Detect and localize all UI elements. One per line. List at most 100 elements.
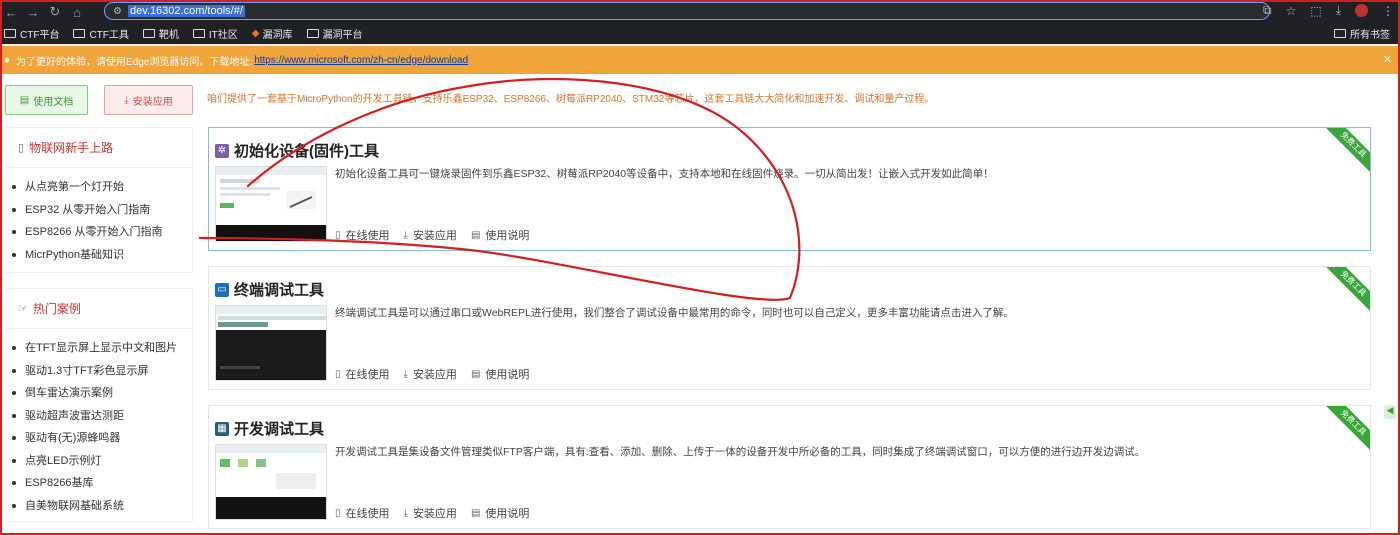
list-item[interactable]: 点亮LED示例灯	[12, 450, 192, 473]
online-use-link[interactable]: ▯ 在线使用	[335, 227, 390, 243]
avatar[interactable]	[1355, 4, 1368, 17]
docs-button[interactable]: ▤ 使用文档	[5, 85, 88, 115]
bookmark-vuln-db[interactable]: ◆ 漏洞库	[252, 26, 293, 41]
panel-title: ☞ 热门案例	[6, 289, 192, 329]
install-app-link[interactable]: ⤓ 安装应用	[404, 366, 457, 382]
manual-icon: ▤	[470, 368, 481, 380]
folder-icon	[306, 28, 319, 38]
forward-arrow-icon[interactable]: →	[22, 5, 44, 20]
download-icon: ⤓	[124, 94, 129, 106]
bookmark-vuln-platform[interactable]: 漏洞平台	[306, 26, 363, 41]
folder-icon	[4, 28, 16, 38]
fire-icon: ◆	[251, 27, 260, 39]
mouse-icon: ▯	[335, 368, 341, 380]
home-icon[interactable]: ⌂	[66, 5, 88, 20]
all-bookmarks[interactable]: 所有书签	[1334, 26, 1390, 41]
list-item[interactable]: ESP8266基库	[12, 472, 192, 495]
online-use-link[interactable]: ▯ 在线使用	[335, 505, 390, 521]
list-item[interactable]: ESP32 从零开始入门指南	[12, 199, 192, 222]
card-title: ▭ 终端调试工具	[215, 279, 324, 300]
manual-link[interactable]: ▤ 使用说明	[471, 366, 529, 382]
translate-icon[interactable]: ⧉	[1263, 3, 1272, 18]
terminal-icon: ▭	[215, 282, 229, 297]
notice-text: 为了更好的体验，请使用Edge浏览器访问。下载地址:	[16, 56, 253, 68]
browser-notice: ● 为了更好的体验，请使用Edge浏览器访问。下载地址: https://www…	[0, 46, 1400, 74]
install-app-link[interactable]: ⤓ 安装应用	[404, 505, 457, 521]
page-content: ▤ 使用文档 ⤓ 安装应用 ▯ 物联网新手上路 从点亮第一个灯开始 ESP32 从零开…	[0, 74, 1400, 535]
mouse-icon: ▯	[335, 229, 341, 241]
free-ribbon: 免费工具	[1323, 406, 1370, 453]
chip-icon: ✲	[215, 143, 229, 158]
list-item[interactable]: ESP8266 从零开始入门指南	[12, 221, 192, 244]
bookmark-target[interactable]: 靶机	[142, 26, 179, 41]
beginner-panel: ▯ 物联网新手上路 从点亮第一个灯开始 ESP32 从零开始入门指南 ESP826…	[5, 127, 193, 273]
terminal-screenshot	[216, 306, 326, 380]
url-text: dev.16302.com/tools/#/	[127, 5, 245, 17]
install-app-button[interactable]: ⤓ 安装应用	[104, 85, 193, 115]
close-icon[interactable]: ✕	[1383, 53, 1392, 66]
card-title: ▦ 开发调试工具	[215, 418, 324, 439]
install-app-link[interactable]: ⤓ 安装应用	[404, 227, 457, 243]
book-icon: ▯	[18, 142, 25, 154]
book-icon: ▤	[19, 94, 30, 106]
hot-cases-panel: ☞ 热门案例 在TFT显示屏上显示中文和图片 驱动1.3寸TFT彩色显示屏 倒车雷…	[5, 288, 193, 522]
edge-download-link[interactable]: https://www.microsoft.com/zh-cn/edge/dow…	[254, 55, 468, 66]
main-content: 咱们提供了一套基于MicroPython的开发工具链，支持乐鑫ESP32、ESP…	[200, 74, 1380, 535]
card-description: 开发调试工具是集设备文件管理类似FTP客户端，具有:查看、添加、删除、上传于一体…	[335, 446, 1146, 458]
folder-icon	[192, 28, 205, 38]
card-actions: ▯ 在线使用 ⤓ 安装应用 ▤ 使用说明	[335, 366, 529, 382]
folder-icon	[1334, 29, 1346, 38]
bookmark-ctf-tools[interactable]: CTF工具	[73, 26, 129, 41]
free-ribbon: 免费工具	[1323, 267, 1370, 314]
card-thumbnail	[215, 305, 327, 381]
thumb-icon: ☞	[18, 303, 28, 315]
manual-link[interactable]: ▤ 使用说明	[471, 505, 529, 521]
dev-screenshot	[216, 445, 326, 519]
float-helper-icon[interactable]: ◀	[1384, 405, 1396, 419]
tool-card-dev[interactable]: 免费工具 ▦ 开发调试工具 开发调试工具是集设备文件管理类似FTP客户端，具有:查…	[208, 405, 1371, 529]
browser-toolbar: ← → ↻ ⌂ ⚙ dev.16302.com/tools/#/ ⧉ ☆ ⬚ ⤓…	[0, 0, 1400, 22]
mouse-icon: ▯	[335, 507, 341, 519]
intro-text: 咱们提供了一套基于MicroPython的开发工具链，支持乐鑫ESP32、ESP…	[207, 94, 935, 105]
card-actions: ▯ 在线使用 ⤓ 安装应用 ▤ 使用说明	[335, 227, 529, 243]
card-thumbnail	[215, 444, 327, 520]
extensions-icon[interactable]: ⬚	[1310, 4, 1321, 18]
menu-icon[interactable]: ⋮	[1382, 4, 1394, 18]
reload-icon[interactable]: ↻	[44, 4, 66, 20]
online-use-link[interactable]: ▯ 在线使用	[335, 366, 390, 382]
card-thumbnail	[215, 166, 327, 242]
tool-card-firmware[interactable]: 免费工具 ✲ 初始化设备(固件)工具 初始化设备工具可一键烧录固件到乐鑫ESP32…	[208, 127, 1371, 251]
tool-card-terminal[interactable]: 免费工具 ▭ 终端调试工具 终端调试工具是可以通过串口或WebREPL进行使用，我…	[208, 266, 1371, 390]
info-icon: ●	[4, 54, 11, 66]
bookmark-ctf-platform[interactable]: CTF平台	[4, 26, 59, 41]
sidebar: ▤ 使用文档 ⤓ 安装应用 ▯ 物联网新手上路 从点亮第一个灯开始 ESP32 从零开…	[0, 74, 200, 535]
firmware-screenshot	[216, 167, 326, 241]
card-description: 终端调试工具是可以通过串口或WebREPL进行使用，我们整合了调试设备中最常用的…	[335, 307, 1014, 319]
list-item[interactable]: 倒车雷达演示案例	[12, 382, 192, 405]
list-item[interactable]: 在TFT显示屏上显示中文和图片	[12, 337, 192, 360]
folder-icon	[142, 28, 155, 38]
download-icon: ⤓	[403, 229, 408, 241]
manual-icon: ▤	[470, 229, 481, 241]
list-item[interactable]: 驱动1.3寸TFT彩色显示屏	[12, 360, 192, 383]
download-icon: ⤓	[403, 368, 408, 380]
toolbar-right: ⧉ ☆ ⬚ ⤓ ⋮	[1263, 3, 1394, 18]
star-icon[interactable]: ☆	[1286, 4, 1297, 18]
download-icon[interactable]: ⤓	[1336, 3, 1341, 18]
list-item[interactable]: MicrPython基础知识	[12, 244, 192, 267]
card-title: ✲ 初始化设备(固件)工具	[215, 140, 379, 161]
address-bar[interactable]: ⚙ dev.16302.com/tools/#/	[104, 2, 1270, 20]
free-ribbon: 免费工具	[1323, 128, 1370, 175]
bookmark-it-community[interactable]: IT社区	[192, 26, 238, 41]
list-item[interactable]: 从点亮第一个灯开始	[12, 176, 192, 199]
list-item[interactable]: 驱动超声波雷达测距	[12, 405, 192, 428]
back-arrow-icon[interactable]: ←	[0, 5, 22, 20]
list-item[interactable]: 自美物联网基础系统	[12, 495, 192, 518]
manual-icon: ▤	[470, 507, 481, 519]
manual-link[interactable]: ▤ 使用说明	[471, 227, 529, 243]
site-info-icon[interactable]: ⚙	[113, 6, 122, 17]
list-item[interactable]: 驱动有(无)源蜂鸣器	[12, 427, 192, 450]
card-description: 初始化设备工具可一键烧录固件到乐鑫ESP32、树莓派RP2040等设备中，支持本…	[335, 168, 994, 180]
bookmarks-bar: CTF平台 CTF工具 靶机 IT社区 ◆ 漏洞库 漏洞平台 所有书签	[0, 22, 1400, 44]
console-icon: ▦	[215, 421, 229, 436]
